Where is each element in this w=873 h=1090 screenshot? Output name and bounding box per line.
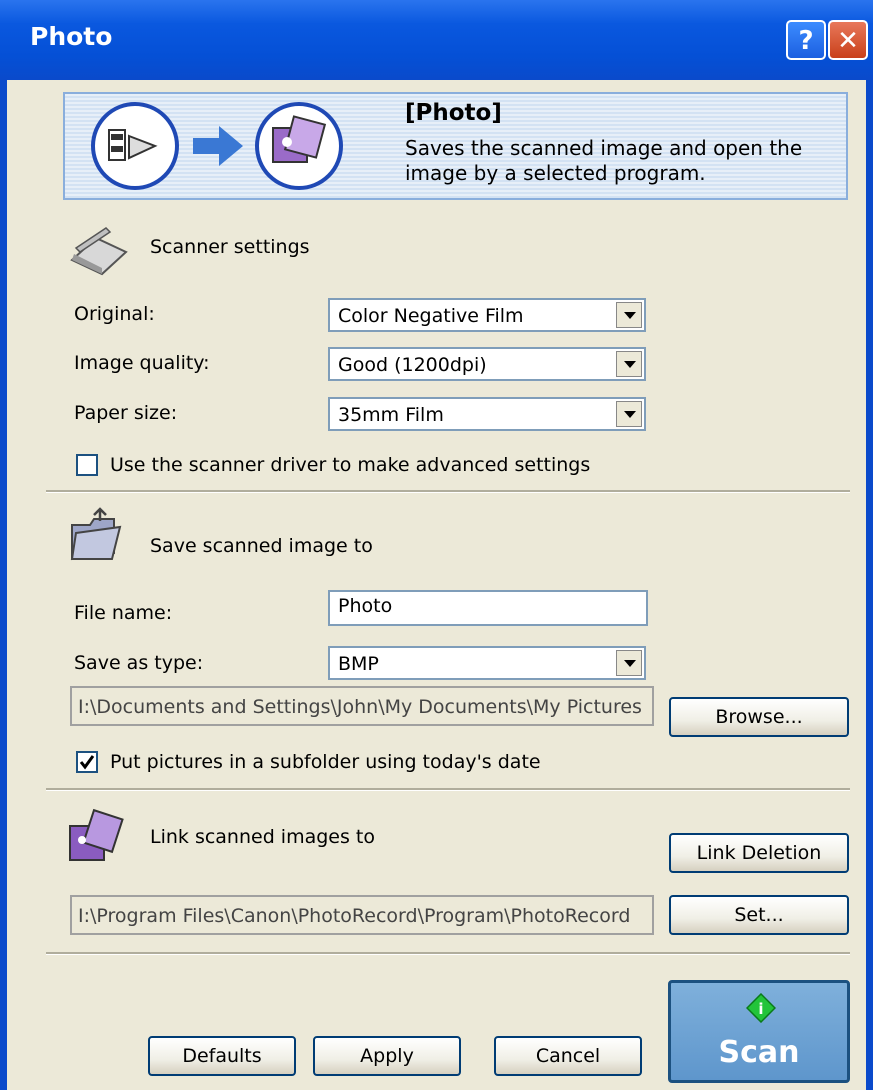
link-section-header: Link scanned images to xyxy=(150,826,376,848)
help-button[interactable]: ? xyxy=(786,20,826,60)
browse-button[interactable]: Browse... xyxy=(669,697,849,737)
chevron-down-icon[interactable] xyxy=(616,401,642,427)
scan-button[interactable]: i Scan xyxy=(668,980,850,1083)
apply-button[interactable]: Apply xyxy=(313,1036,461,1076)
scanner-icon xyxy=(70,227,128,276)
paper-size-value: 35mm Film xyxy=(338,404,444,426)
section-divider xyxy=(46,952,850,955)
chevron-down-icon[interactable] xyxy=(616,650,642,676)
scan-diamond-icon: i xyxy=(746,993,776,1023)
file-name-input[interactable]: Photo xyxy=(328,590,648,626)
link-deletion-button[interactable]: Link Deletion xyxy=(669,833,849,873)
banner-title: [Photo] xyxy=(405,100,502,126)
subfolder-checkbox[interactable] xyxy=(76,751,98,773)
advanced-settings-label[interactable]: Use the scanner driver to make advanced … xyxy=(110,454,590,476)
paper-size-label: Paper size: xyxy=(74,402,178,424)
file-name-label: File name: xyxy=(74,602,173,624)
linked-program-path-text: I:\Program Files\Canon\PhotoRecord\Progr… xyxy=(78,905,631,927)
file-name-value: Photo xyxy=(338,595,393,617)
banner-description: Saves the scanned image and open the ima… xyxy=(405,136,803,185)
save-folder-path-text: I:\Documents and Settings\John\My Docume… xyxy=(78,696,642,718)
paper-size-select[interactable]: 35mm Film xyxy=(328,397,646,431)
svg-text:i: i xyxy=(758,1000,763,1018)
original-label: Original: xyxy=(74,303,155,325)
chevron-down-icon[interactable] xyxy=(616,351,642,377)
set-button[interactable]: Set... xyxy=(669,895,849,935)
title-bar[interactable] xyxy=(0,0,873,80)
image-quality-label: Image quality: xyxy=(74,352,210,374)
scan-label: Scan xyxy=(718,1035,800,1070)
linked-program-path: I:\Program Files\Canon\PhotoRecord\Progr… xyxy=(70,895,654,935)
image-quality-select[interactable]: Good (1200dpi) xyxy=(328,347,646,381)
scanner-settings-header: Scanner settings xyxy=(150,236,310,258)
window-frame-right xyxy=(866,80,873,1090)
chevron-down-icon[interactable] xyxy=(616,302,642,328)
save-type-select[interactable]: BMP xyxy=(328,646,646,680)
arrow-right-icon xyxy=(193,126,243,166)
section-divider xyxy=(46,788,850,791)
window-frame-left xyxy=(0,80,7,1090)
save-section-header: Save scanned image to xyxy=(150,535,373,557)
save-type-label: Save as type: xyxy=(74,652,204,674)
save-type-value: BMP xyxy=(338,653,379,675)
checkmark-icon xyxy=(79,755,95,770)
original-select[interactable]: Color Negative Film xyxy=(328,298,646,332)
save-folder-path: I:\Documents and Settings\John\My Docume… xyxy=(70,686,654,726)
window-title: Photo xyxy=(30,22,113,51)
photo-program-icon xyxy=(69,808,124,861)
scanner-film-icon xyxy=(91,102,179,190)
close-button[interactable]: ✕ xyxy=(828,20,868,60)
image-quality-value: Good (1200dpi) xyxy=(338,354,487,376)
folder-icon xyxy=(70,507,122,561)
defaults-button[interactable]: Defaults xyxy=(148,1036,296,1076)
section-divider xyxy=(46,490,850,493)
advanced-settings-checkbox[interactable] xyxy=(76,454,98,476)
photo-program-icon xyxy=(255,102,343,190)
subfolder-label[interactable]: Put pictures in a subfolder using today'… xyxy=(110,751,541,773)
cancel-button[interactable]: Cancel xyxy=(494,1036,642,1076)
original-value: Color Negative Film xyxy=(338,305,524,327)
